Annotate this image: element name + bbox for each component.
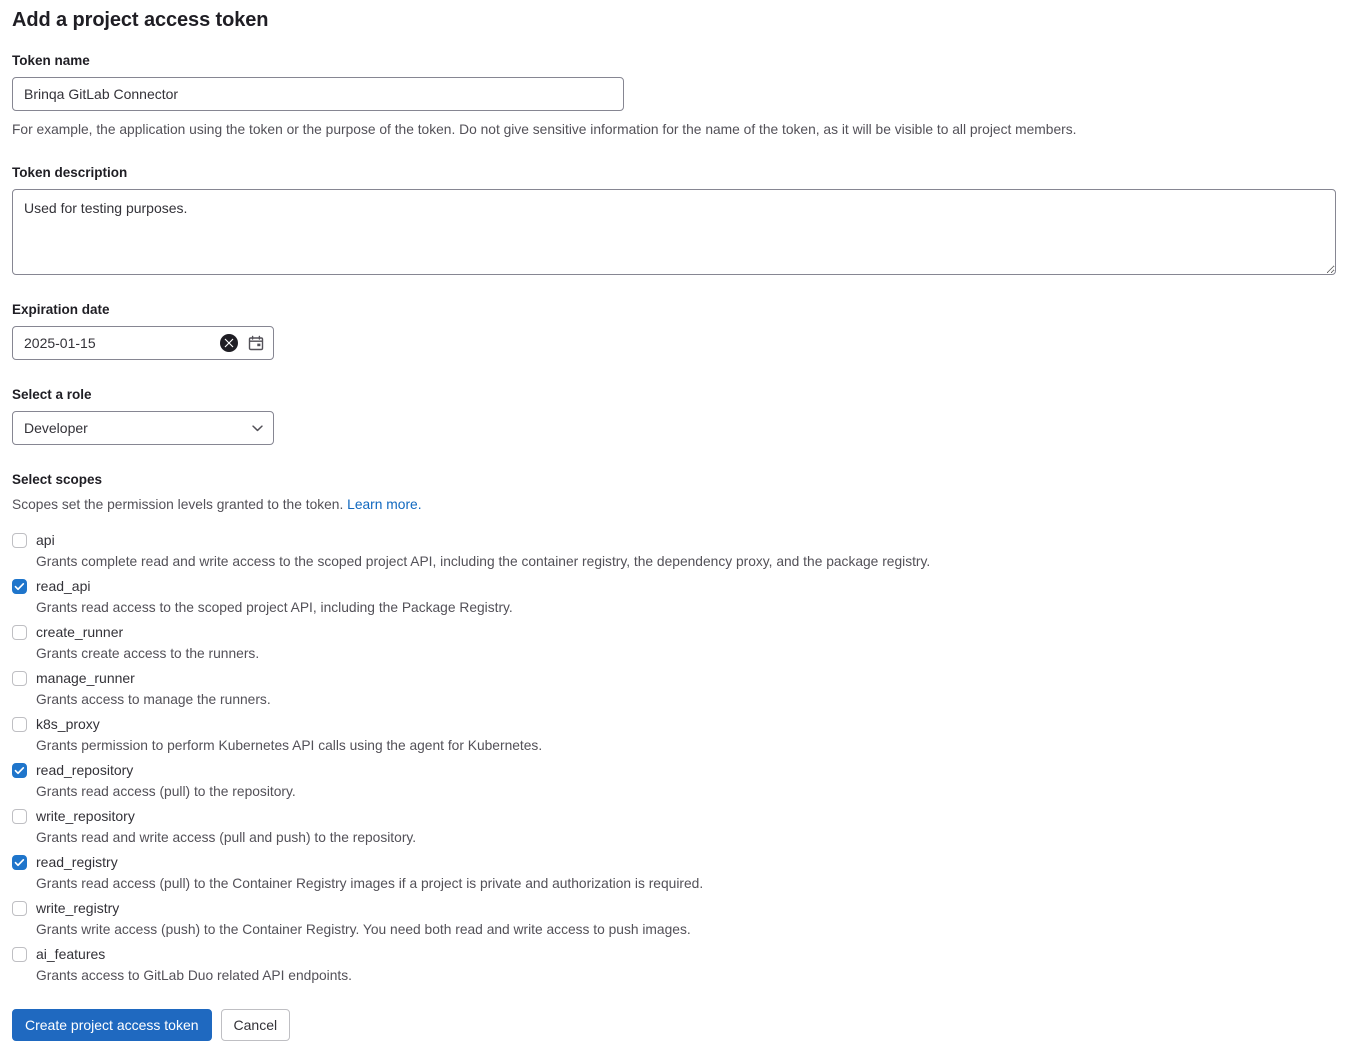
scopes-label: Select scopes: [12, 472, 103, 487]
role-select[interactable]: Developer: [12, 411, 274, 445]
scope-name-label[interactable]: write_repository: [36, 805, 135, 827]
scope-row[interactable]: write_repository: [12, 805, 1336, 827]
scope-row[interactable]: manage_runner: [12, 667, 1336, 689]
token-description-field-group: Token description Used for testing purpo…: [12, 164, 1336, 275]
expiration-date-field-group: Expiration date 2025-01-15: [12, 301, 1336, 360]
form-actions: Create project access token Cancel: [12, 1009, 1336, 1041]
create-project-access-token-button[interactable]: Create project access token: [12, 1009, 212, 1041]
learn-more-link[interactable]: Learn more.: [347, 497, 421, 512]
scope-row[interactable]: read_repository: [12, 759, 1336, 781]
scope-checkbox[interactable]: [12, 717, 27, 732]
scope-name-label[interactable]: read_api: [36, 575, 91, 597]
token-description-label: Token description: [12, 165, 128, 180]
scope-checkbox[interactable]: [12, 579, 27, 594]
expiration-date-label: Expiration date: [12, 302, 110, 317]
token-name-label: Token name: [12, 53, 90, 68]
scope-checkbox[interactable]: [12, 855, 27, 870]
scope-description: Grants write access (push) to the Contai…: [36, 922, 691, 937]
scope-name-label[interactable]: create_runner: [36, 621, 123, 643]
scope-name-label[interactable]: write_registry: [36, 897, 119, 919]
scope-checkbox[interactable]: [12, 533, 27, 548]
cancel-button[interactable]: Cancel: [220, 1009, 291, 1041]
scope-checkbox[interactable]: [12, 809, 27, 824]
scope-row[interactable]: read_api: [12, 575, 1336, 597]
scope-description: Grants complete read and write access to…: [36, 554, 931, 569]
token-name-field-group: Token name For example, the application …: [12, 52, 1336, 140]
scope-description: Grants permission to perform Kubernetes …: [36, 738, 543, 753]
scopes-field-group: Select scopes Scopes set the permission …: [12, 471, 1336, 987]
scope-description: Grants read access to the scoped project…: [36, 600, 513, 615]
scope-row[interactable]: write_registry: [12, 897, 1336, 919]
scope-name-label[interactable]: manage_runner: [36, 667, 135, 689]
expiration-date-input[interactable]: 2025-01-15: [12, 326, 274, 360]
role-select-wrapper: Developer: [12, 411, 274, 445]
clear-circle-icon[interactable]: [220, 334, 238, 352]
scope-description: Grants create access to the runners.: [36, 646, 260, 661]
role-label: Select a role: [12, 387, 92, 402]
scopes-list: api Grants complete read and write access…: [12, 529, 1336, 987]
token-name-help-text: For example, the application using the t…: [12, 122, 1077, 137]
token-name-input[interactable]: [12, 77, 624, 111]
scope-name-label[interactable]: read_registry: [36, 851, 118, 873]
token-description-textarea[interactable]: Used for testing purposes.: [12, 189, 1336, 275]
scope-checkbox[interactable]: [12, 763, 27, 778]
page-title: Add a project access token: [12, 9, 269, 31]
scope-description: Grants read and write access (pull and p…: [36, 830, 417, 845]
calendar-icon[interactable]: [247, 334, 265, 352]
scopes-help-prefix: Scopes set the permission levels granted…: [12, 497, 348, 512]
scope-checkbox[interactable]: [12, 625, 27, 640]
add-project-access-token-form: Add a project access token Token name Fo…: [0, 0, 1348, 1060]
scope-row[interactable]: api: [12, 529, 1336, 551]
scope-row[interactable]: k8s_proxy: [12, 713, 1336, 735]
scopes-help-text: Scopes set the permission levels granted…: [12, 495, 1336, 515]
scope-checkbox[interactable]: [12, 947, 27, 962]
scope-description: Grants read access (pull) to the reposit…: [36, 784, 296, 799]
scope-name-label[interactable]: k8s_proxy: [36, 713, 100, 735]
scope-name-label[interactable]: ai_features: [36, 943, 105, 965]
scope-name-label[interactable]: read_repository: [36, 759, 133, 781]
scope-description: Grants access to manage the runners.: [36, 692, 271, 707]
scope-checkbox[interactable]: [12, 901, 27, 916]
scope-row[interactable]: read_registry: [12, 851, 1336, 873]
expiration-date-value: 2025-01-15: [24, 335, 96, 351]
scope-checkbox[interactable]: [12, 671, 27, 686]
scope-row[interactable]: ai_features: [12, 943, 1336, 965]
role-field-group: Select a role Developer: [12, 386, 1336, 445]
scope-description: Grants access to GitLab Duo related API …: [36, 968, 352, 983]
scope-name-label[interactable]: api: [36, 529, 55, 551]
scope-row[interactable]: create_runner: [12, 621, 1336, 643]
scope-description: Grants read access (pull) to the Contain…: [36, 876, 704, 891]
